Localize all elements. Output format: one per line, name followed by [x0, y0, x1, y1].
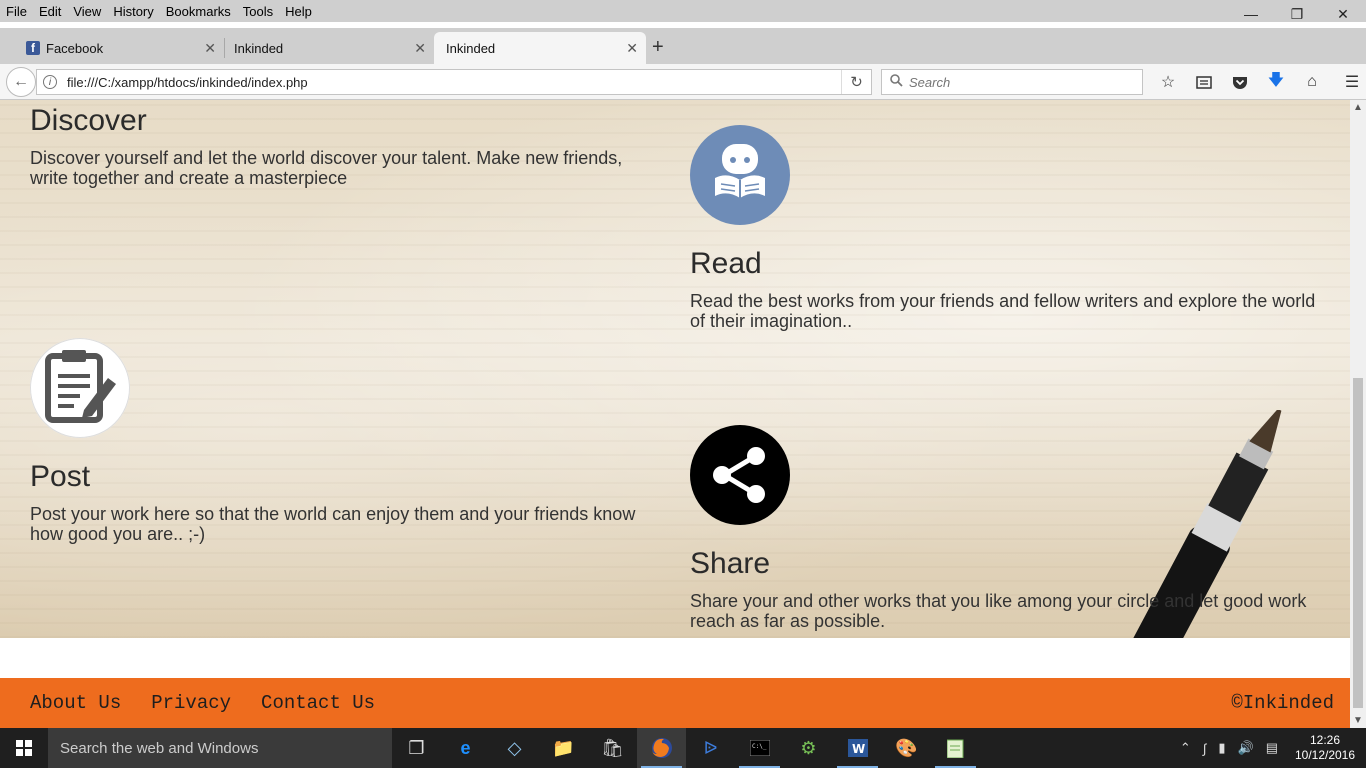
- taskbar-apps: ❐ e ◇ 📁 🛍 ᐉ C:\_ ⚙ W 🎨: [392, 728, 980, 768]
- tab-inkinded-active[interactable]: Inkinded ✕: [434, 32, 646, 64]
- download-icon[interactable]: 🡇: [1258, 64, 1294, 100]
- page-content: Discover Discover yourself and let the w…: [0, 100, 1350, 638]
- menu-history[interactable]: History: [108, 4, 158, 19]
- copyright-text: ©Inkinded: [1231, 692, 1334, 714]
- firefox-icon[interactable]: [637, 728, 686, 768]
- close-tab-icon[interactable]: ✕: [204, 40, 216, 57]
- system-tray: ⌃ ∫ ▮ 🔊 ▤ 12:26 10/12/2016: [1180, 728, 1366, 768]
- nav-bar: ← i file:///C:/xampp/htdocs/inkinded/ind…: [0, 64, 1366, 100]
- clock[interactable]: 12:26 10/12/2016: [1290, 733, 1360, 763]
- read-text: Read the best works from your friends an…: [690, 291, 1316, 331]
- android-studio-icon[interactable]: ⚙: [784, 728, 833, 768]
- url-bar[interactable]: i file:///C:/xampp/htdocs/inkinded/index…: [36, 69, 872, 95]
- share-text: Share your and other works that you like…: [690, 591, 1307, 631]
- menu-view[interactable]: View: [68, 4, 106, 19]
- restore-icon[interactable]: ❐: [1274, 0, 1320, 28]
- tab-inkinded[interactable]: Inkinded ✕: [222, 32, 434, 64]
- page-scrollbar[interactable]: ▲ ▼: [1350, 100, 1366, 728]
- battery-icon[interactable]: ▮: [1218, 740, 1225, 756]
- reading-list-icon[interactable]: [1186, 64, 1222, 100]
- svg-text:C:\_: C:\_: [752, 743, 767, 750]
- scrollbar-thumb[interactable]: [1353, 378, 1363, 708]
- reading-person-icon: [690, 125, 790, 225]
- tab-label: Facebook: [46, 40, 104, 56]
- windows-start-icon[interactable]: [0, 728, 48, 768]
- chevron-up-icon[interactable]: ⌃: [1180, 740, 1191, 756]
- search-icon: [890, 74, 903, 90]
- document-edit-icon: [30, 338, 130, 438]
- app-icon[interactable]: ◇: [490, 728, 539, 768]
- footer-link-contact[interactable]: Contact Us: [261, 692, 375, 714]
- store-icon[interactable]: 🛍: [588, 728, 637, 768]
- site-footer: About Us Privacy Contact Us ©Inkinded: [0, 678, 1350, 728]
- post-text: Post your work here so that the world ca…: [30, 504, 636, 544]
- paint-icon[interactable]: 🎨: [882, 728, 931, 768]
- close-tab-icon[interactable]: ✕: [414, 40, 426, 57]
- share-icon: [690, 425, 790, 525]
- tab-facebook[interactable]: f Facebook ✕: [14, 32, 224, 64]
- menu-bookmarks[interactable]: Bookmarks: [161, 4, 236, 19]
- wifi-icon[interactable]: ∫: [1203, 741, 1207, 756]
- search-bar[interactable]: [881, 69, 1143, 95]
- taskbar-search[interactable]: Search the web and Windows: [48, 728, 392, 768]
- toolbar-icons: ☆ 🡇 ⌂ ☰: [1150, 64, 1366, 100]
- close-tab-icon[interactable]: ✕: [626, 40, 638, 57]
- file-explorer-icon[interactable]: 📁: [539, 728, 588, 768]
- bookmark-star-icon[interactable]: ☆: [1150, 64, 1186, 100]
- home-icon[interactable]: ⌂: [1294, 64, 1330, 100]
- edge-icon[interactable]: e: [441, 728, 490, 768]
- reload-icon[interactable]: ↻: [841, 70, 871, 94]
- tab-label: Inkinded: [234, 40, 284, 56]
- scroll-up-icon[interactable]: ▲: [1353, 102, 1363, 113]
- clock-date: 10/12/2016: [1294, 748, 1356, 762]
- footer-link-privacy[interactable]: Privacy: [151, 692, 231, 714]
- menu-tools[interactable]: Tools: [238, 4, 278, 19]
- close-window-icon[interactable]: ✕: [1320, 0, 1366, 28]
- tab-bar: f Facebook ✕ Inkinded ✕ Inkinded ✕: [0, 28, 1366, 64]
- menu-edit[interactable]: Edit: [34, 4, 66, 19]
- feature-share: Share Share your and other works that yo…: [690, 425, 1330, 631]
- new-tab-icon[interactable]: +: [652, 36, 664, 59]
- hamburger-menu-icon[interactable]: ☰: [1330, 64, 1366, 100]
- menu-file[interactable]: File: [1, 4, 32, 19]
- facebook-icon: f: [26, 41, 40, 55]
- url-text[interactable]: file:///C:/xampp/htdocs/inkinded/index.p…: [67, 75, 308, 90]
- menu-help[interactable]: Help: [280, 4, 317, 19]
- tab-label: Inkinded: [446, 40, 496, 56]
- notepad-plus-icon[interactable]: [931, 728, 980, 768]
- search-input[interactable]: [909, 74, 1129, 90]
- back-arrow-icon[interactable]: ←: [6, 67, 36, 97]
- window-controls: — ❐ ✕: [1228, 0, 1366, 28]
- svg-text:W: W: [852, 742, 865, 756]
- read-heading: Read: [690, 247, 762, 280]
- task-view-icon[interactable]: ❐: [392, 728, 441, 768]
- feature-discover: Discover Discover yourself and let the w…: [30, 104, 650, 188]
- share-heading: Share: [690, 547, 771, 580]
- bluetooth-icon[interactable]: ᐉ: [686, 728, 735, 768]
- feature-read: Read Read the best works from your frien…: [690, 125, 1330, 331]
- discover-text: Discover yourself and let the world disc…: [30, 148, 623, 188]
- menu-bar: File Edit View History Bookmarks Tools H…: [0, 0, 1366, 22]
- taskbar: Search the web and Windows ❐ e ◇ 📁 🛍 ᐉ C…: [0, 728, 1366, 768]
- post-heading: Post: [30, 460, 91, 493]
- volume-icon[interactable]: 🔊: [1238, 740, 1254, 756]
- command-prompt-icon[interactable]: C:\_: [735, 728, 784, 768]
- notifications-icon[interactable]: ▤: [1266, 740, 1278, 756]
- footer-link-about[interactable]: About Us: [30, 692, 121, 714]
- discover-heading: Discover: [30, 104, 147, 137]
- minimize-icon[interactable]: —: [1228, 0, 1274, 28]
- clock-time: 12:26: [1309, 733, 1341, 747]
- scroll-down-icon[interactable]: ▼: [1353, 715, 1363, 726]
- feature-post: Post Post your work here so that the wor…: [30, 338, 650, 544]
- pocket-icon[interactable]: [1222, 64, 1258, 100]
- word-icon[interactable]: W: [833, 728, 882, 768]
- info-icon[interactable]: i: [43, 75, 57, 89]
